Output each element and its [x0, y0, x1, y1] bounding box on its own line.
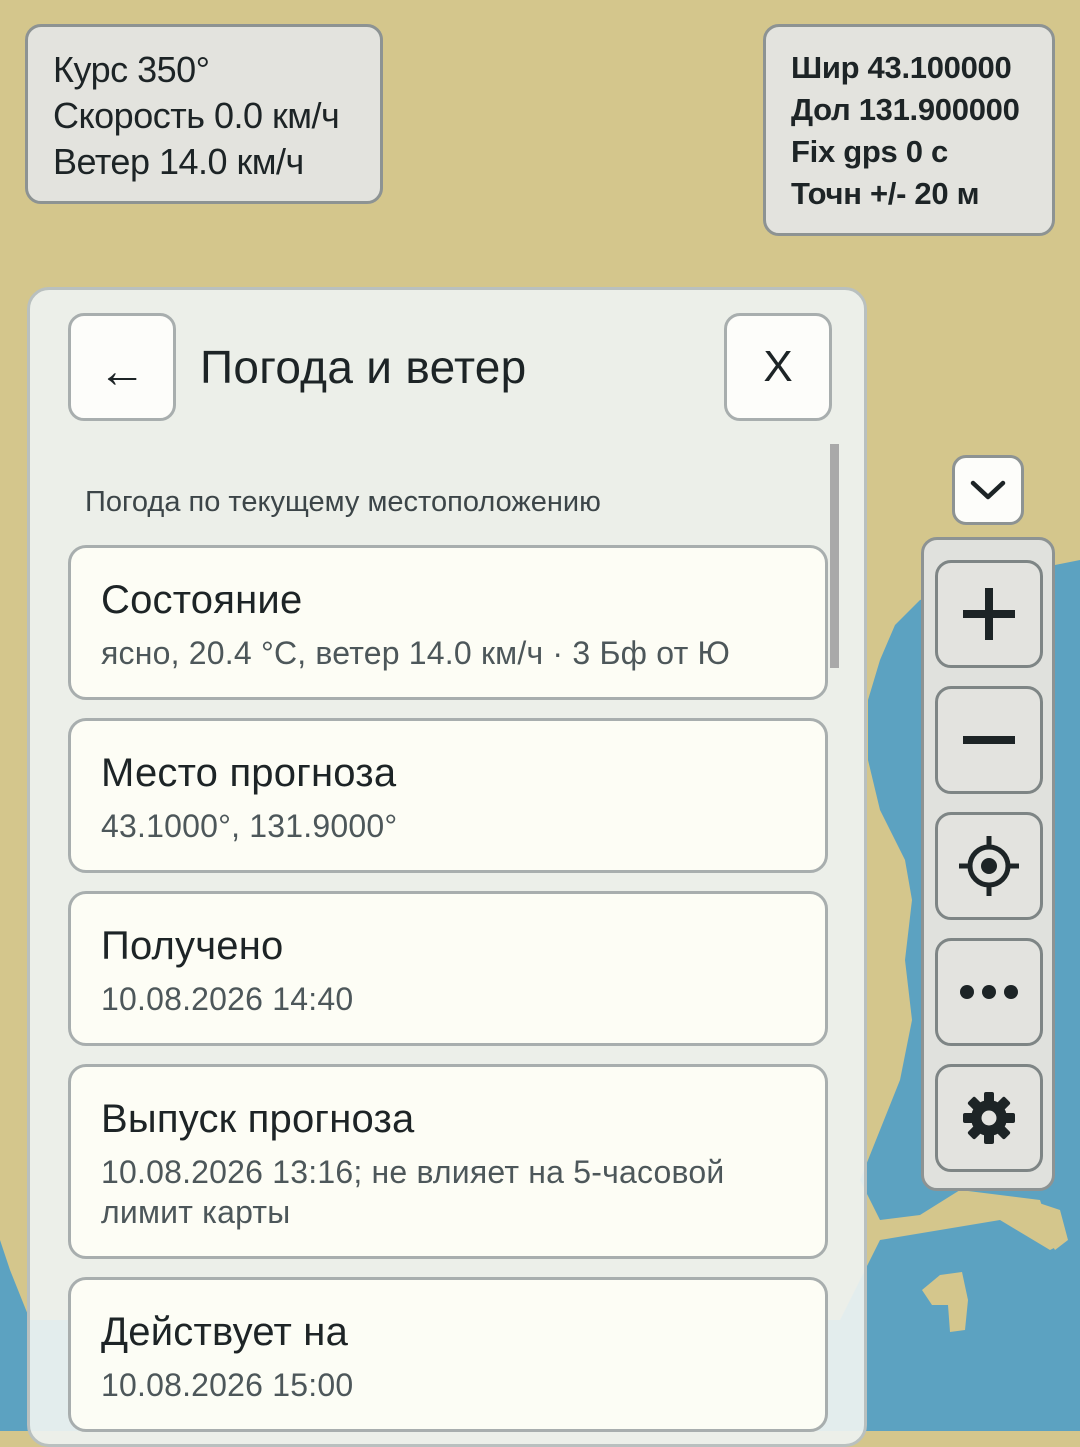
latitude-readout: Шир 43.100000 — [791, 50, 1012, 85]
card-value: 10.08.2026 14:40 — [101, 981, 354, 1017]
card-condition[interactable]: Состояние ясно, 20.4 °C, ветер 14.0 км/ч… — [68, 545, 828, 700]
map-toolbar — [921, 537, 1055, 1191]
card-forecast-location[interactable]: Место прогноза 43.1000°, 131.9000° — [68, 718, 828, 873]
course-readout: Курс 350° — [53, 49, 210, 90]
close-button[interactable]: X — [724, 313, 832, 421]
back-arrow-icon: ← — [98, 344, 146, 398]
card-value: 10.08.2026 13:16; не влияет на 5-часовой… — [101, 1154, 725, 1230]
accuracy-readout: Точн +/- 20 м — [791, 176, 980, 211]
settings-button[interactable] — [935, 1064, 1043, 1172]
collapse-toolbar-button[interactable] — [952, 455, 1024, 525]
navigation-info-panel: Курс 350° Скорость 0.0 км/ч Ветер 14.0 к… — [25, 24, 383, 204]
card-value: 43.1000°, 131.9000° — [101, 808, 398, 844]
card-title: Выпуск прогноза — [101, 1097, 415, 1141]
gps-fix-readout: Fix gps 0 с — [791, 134, 948, 169]
more-icon — [960, 985, 1018, 999]
zoom-in-button[interactable] — [935, 560, 1043, 668]
section-label: Погода по текущему местоположению — [85, 486, 601, 518]
card-value: ясно, 20.4 °C, ветер 14.0 км/ч · 3 Бф от… — [101, 635, 731, 671]
chevron-down-icon — [970, 480, 1006, 500]
wind-readout: Ветер 14.0 км/ч — [53, 141, 304, 182]
weather-panel: ← Погода и ветер X Погода по текущему ме… — [27, 287, 867, 1447]
card-received[interactable]: Получено 10.08.2026 14:40 — [68, 891, 828, 1046]
more-options-button[interactable] — [935, 938, 1043, 1046]
crosshair-icon — [959, 836, 1019, 896]
card-title: Место прогноза — [101, 751, 397, 795]
longitude-readout: Дол 131.900000 — [791, 92, 1020, 127]
card-forecast-issue[interactable]: Выпуск прогноза 10.08.2026 13:16; не вли… — [68, 1064, 828, 1259]
card-title: Состояние — [101, 578, 303, 622]
zoom-out-button[interactable] — [935, 686, 1043, 794]
speed-readout: Скорость 0.0 км/ч — [53, 95, 340, 136]
card-title: Действует на — [101, 1310, 349, 1354]
card-valid-for[interactable]: Действует на 10.08.2026 15:00 — [68, 1277, 828, 1432]
minus-icon — [963, 736, 1015, 744]
card-value: 10.08.2026 15:00 — [101, 1367, 354, 1403]
gps-info-panel: Шир 43.100000 Дол 131.900000 Fix gps 0 с… — [763, 24, 1055, 236]
plus-icon — [963, 588, 1015, 640]
panel-title: Погода и ветер — [200, 341, 527, 393]
scrollbar-thumb[interactable] — [830, 444, 839, 668]
gear-icon — [963, 1092, 1015, 1144]
locate-me-button[interactable] — [935, 812, 1043, 920]
close-icon: X — [763, 342, 793, 391]
card-title: Получено — [101, 924, 284, 968]
back-button[interactable]: ← — [68, 313, 176, 421]
